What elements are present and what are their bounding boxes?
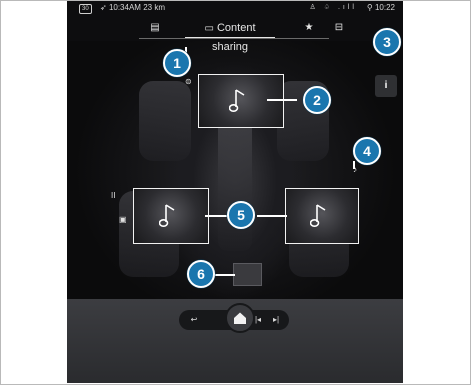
media-box-rear-right[interactable] <box>285 188 359 244</box>
music-note-icon <box>159 204 175 227</box>
leader-6 <box>215 274 235 276</box>
tab-underline <box>139 38 329 39</box>
info-icon: i <box>384 80 388 91</box>
temperature-badge: 30 <box>79 4 92 14</box>
tab-bar: ▤ ▭ Content sharing ★ ⊟ <box>67 19 403 53</box>
tab-content-sharing[interactable]: ▭ Content sharing <box>185 19 275 53</box>
status-left: ➶ 10:34AM 23 km <box>100 1 165 15</box>
front-left-seat <box>139 81 191 161</box>
callout-2: 2 <box>303 86 331 114</box>
home-button[interactable] <box>225 303 255 333</box>
share-target-square[interactable] <box>233 263 262 286</box>
callout-5: 5 <box>227 201 255 229</box>
back-icon[interactable]: ↩ <box>185 310 203 330</box>
location-icon: ⚲ <box>366 3 373 12</box>
screen-share-icon: ▣ <box>119 215 127 224</box>
home-icon <box>234 312 246 324</box>
leader-5-right <box>257 215 287 217</box>
vehicle-tab-icon[interactable]: ⊟ <box>329 19 349 37</box>
bottom-navigation: ↩ |◂ ▸| <box>67 299 403 383</box>
status-bar: 30 ➶ 10:34AM 23 km ♙ ♤ .ıll ⚲ 10:22 <box>67 1 403 15</box>
leader-4 <box>353 161 355 169</box>
time-right: 10:22 <box>374 3 395 12</box>
status-right: ⚲ 10:22 <box>367 1 395 15</box>
signal-icons: ♙ ♤ .ıll <box>309 4 357 11</box>
next-icon[interactable]: ▸| <box>267 310 285 330</box>
content-sharing-icon: ▭ <box>204 23 214 34</box>
front-seat-icon: ⊜ <box>185 77 192 86</box>
leader-2 <box>267 99 297 101</box>
callout-1: 1 <box>163 49 191 77</box>
distance: 23 km <box>143 3 165 12</box>
callout-3: 3 <box>373 28 401 56</box>
pause-icon: II <box>111 191 116 200</box>
favorites-tab-icon[interactable]: ★ <box>299 19 319 37</box>
chat-tab-icon[interactable]: ▤ <box>145 19 165 37</box>
leader-5-left <box>205 215 227 217</box>
media-box-front[interactable] <box>198 74 284 128</box>
callout-4: 4 <box>353 137 381 165</box>
info-button[interactable]: i <box>375 75 397 97</box>
music-note-icon <box>310 204 326 227</box>
callout-6: 6 <box>187 260 215 288</box>
media-box-rear-left[interactable] <box>133 188 209 244</box>
infotainment-screen: 30 ➶ 10:34AM 23 km ♙ ♤ .ıll ⚲ 10:22 ▤ ▭ … <box>67 1 403 383</box>
navigation-icon: ➶ <box>100 3 107 12</box>
music-note-icon <box>229 89 245 112</box>
time-left: 10:34AM <box>108 3 141 12</box>
